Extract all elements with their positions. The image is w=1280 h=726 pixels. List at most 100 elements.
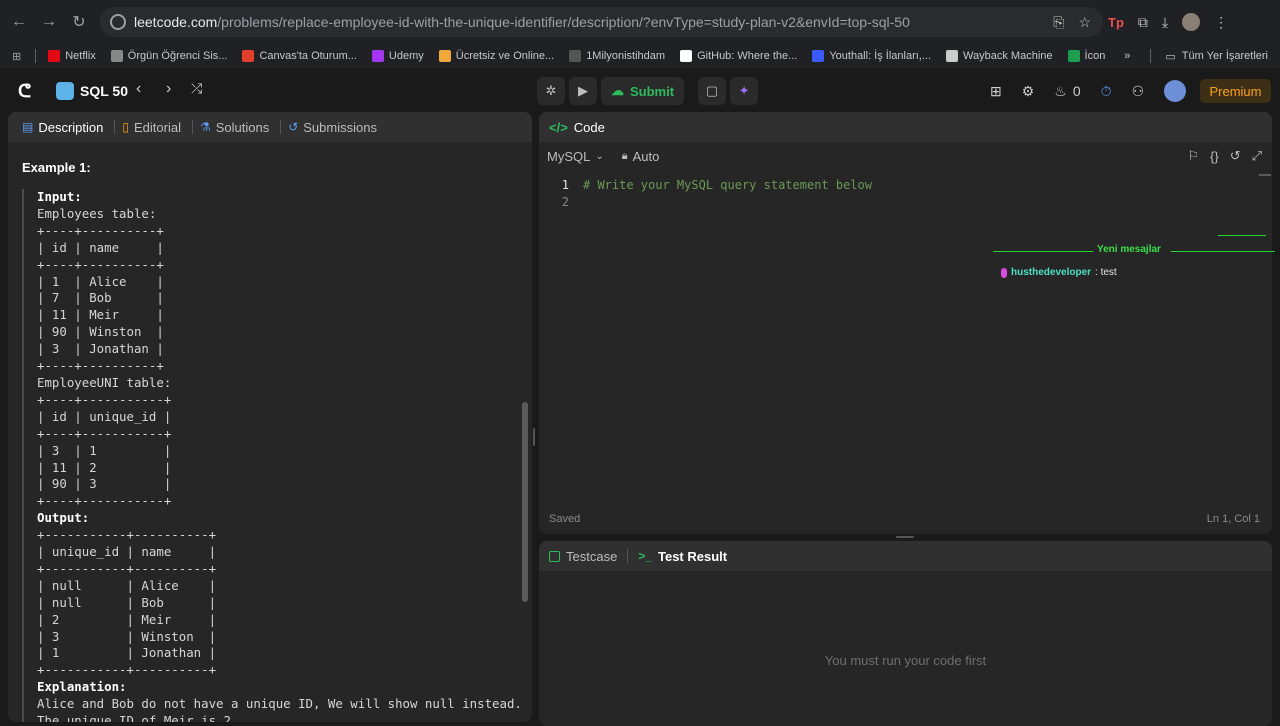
debug-icon[interactable]: ✲ [537,77,565,105]
bookmark-item[interactable]: Canvas'ta Oturum... [242,50,357,62]
add-friend-icon[interactable]: ⚇ [1132,83,1145,100]
tab-description[interactable]: ▤ Description [18,120,107,135]
bookmark-item[interactable]: Örgün Öğrenci Sis... [110,50,228,62]
all-bookmarks-link[interactable]: Tüm Yer İşaretleri [1182,50,1268,62]
bookmark-favicon-icon [48,50,61,62]
chevron-down-icon: ⌄ [595,150,604,162]
bookmark-star-icon[interactable]: ☆ [1078,14,1091,31]
layout-grid-icon[interactable]: ⊞ [990,83,1002,100]
panel-resize-handle-vertical[interactable] [533,428,535,446]
bookmark-label: 1Milyonistihdam [586,50,666,62]
bookmark-item[interactable]: Ücretsiz ve Online... [438,50,555,62]
editor-status-bar: Saved Ln 1, Col 1 [539,508,1272,530]
bookmark-favicon-icon [371,50,384,62]
bookmarks-bar: ⊞ Netflix Örgün Öğrenci Sis... Canvas'ta O… [0,44,1280,68]
extension-tp-icon[interactable]: Tp [1108,15,1124,30]
auto-mode-toggle[interactable]: 🔒︎ Auto [622,149,660,164]
format-braces-icon[interactable]: {} [1210,149,1219,164]
extensions-icon[interactable]: ⧉ [1138,14,1148,31]
shuffle-icon[interactable]: ⤮ [191,80,202,97]
tab-submissions-label: Submissions [303,119,377,135]
study-plan-title[interactable]: SQL 50 [80,83,128,99]
example-block: Input: Employees table: +----+----------… [22,189,522,722]
history-icon: ↺ [288,120,299,134]
tab-submissions[interactable]: ↺ Submissions [284,120,381,135]
folder-icon: ▭ [1165,50,1176,63]
chat-line-top [1218,235,1266,236]
chat-divider-line-right [1171,251,1275,252]
bookmark-item[interactable]: 1Milyonistihdam [569,50,665,62]
example-title: Example 1: [22,160,91,175]
profile-avatar[interactable] [1182,13,1201,31]
bookmark-item[interactable]: Wayback Machine [946,50,1053,62]
next-problem-icon[interactable]: › [166,80,171,98]
back-icon[interactable]: ← [4,7,34,37]
language-select[interactable]: MySQL ⌄ [547,149,604,164]
address-bar[interactable]: leetcode.com/problems/replace-employee-i… [100,7,1103,37]
chat-divider-line-left [993,251,1093,252]
fullscreen-icon[interactable]: ⤢ [1252,148,1262,164]
notes-icon[interactable]: ▢ [698,77,727,105]
bookmark-favicon-icon [438,50,451,62]
prev-problem-icon[interactable]: ‹ [136,80,141,98]
user-avatar[interactable] [1164,80,1187,102]
flame-icon: ♨ [1054,82,1067,99]
forward-icon[interactable]: → [34,7,64,37]
apps-grid-icon[interactable]: ⊞ [12,50,21,63]
browser-toolbar: ← → ↻ leetcode.com/problems/replace-empl… [0,0,1280,44]
site-info-icon[interactable] [110,14,126,30]
description-scrollbar[interactable] [522,402,528,602]
bookmarks-divider [35,49,37,63]
bookmark-favicon-icon [680,50,693,62]
bookmark-item[interactable]: GitHub: Where the... [680,50,797,62]
tab-separator [191,120,193,134]
tab-testcase[interactable]: Testcase [566,549,617,564]
bookmark-item[interactable]: Netflix [48,50,96,62]
bookmark-item[interactable]: Udemy [371,50,424,62]
bookmark-item[interactable]: Youthall: İş İlanları,... [812,50,931,62]
bookmark-label: Ücretsiz ve Online... [455,50,555,62]
code-editor[interactable]: 1 # Write your MySQL query statement bel… [539,176,1272,496]
cursor-position: Ln 1, Col 1 [1206,513,1260,525]
bookmark-item[interactable]: İcon [1067,50,1105,62]
test-empty-message: You must run your code first [824,653,987,668]
run-button[interactable]: ▶ [569,77,597,105]
submit-button[interactable]: ☁ Submit [601,77,685,105]
streak-counter[interactable]: ♨ 0 [1054,83,1080,100]
menu-icon[interactable]: ⋮ [1214,14,1228,31]
leetcode-logo-icon[interactable]: ᕦ [18,81,38,101]
streak-count: 0 [1072,83,1081,99]
saved-status: Saved [549,513,581,525]
tab-separator [114,120,116,134]
premium-button[interactable]: Premium [1200,79,1271,103]
url-host: leetcode.com [134,14,218,30]
panel-resize-handle-horizontal[interactable] [896,536,914,538]
url-path: /problems/replace-employee-id-with-the-u… [217,14,910,30]
timer-icon[interactable]: ⏱ [1101,83,1112,100]
editor-scrollbar[interactable] [1259,174,1271,176]
bookmark-label: Örgün Öğrenci Sis... [127,50,228,62]
tab-separator [627,549,629,563]
tab-editorial[interactable]: ▯ Editorial [118,120,185,135]
reload-icon[interactable]: ↻ [64,7,94,37]
ai-sparkle-icon[interactable]: ✦ [730,77,759,105]
code-line-text: # Write your MySQL query statement below [583,177,872,192]
tab-test-result[interactable]: Test Result [658,549,727,564]
tab-solutions-label: Solutions [215,119,270,135]
bookmark-favicon-icon [1067,50,1080,62]
explanation-text: Alice and Bob do not have a unique ID, W… [37,696,522,722]
reset-code-icon[interactable]: ↺ [1230,148,1241,164]
editor-line: 1 # Write your MySQL query statement bel… [539,176,1272,193]
output-table: +-----------+----------+ | unique_id | n… [37,527,217,678]
bookmark-icon[interactable]: ⚐ [1187,148,1199,164]
tab-solutions[interactable]: ⚗ Solutions [196,120,273,135]
more-bookmarks-icon[interactable]: » [1124,50,1130,62]
input-label: Input: [37,189,82,204]
bookmark-label: Youthall: İş İlanları,... [829,50,932,62]
code-brackets-icon: </> [549,119,568,135]
download-icon[interactable]: ⤓ [1162,14,1168,31]
line-number: 1 [561,177,569,192]
test-panel: Testcase >_ Test Result You must run you… [539,541,1272,726]
translate-icon[interactable]: ⎘ [1053,14,1064,31]
settings-gear-icon[interactable]: ⚙ [1022,83,1035,100]
